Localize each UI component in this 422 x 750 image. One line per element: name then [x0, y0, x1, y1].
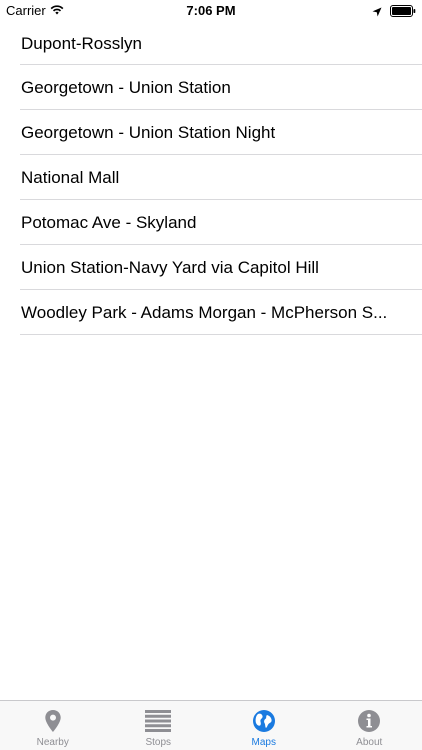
map-name: Georgetown - Union Station Night: [21, 122, 276, 142]
location-pin-icon: [44, 708, 62, 734]
tab-nearby[interactable]: Nearby: [0, 701, 106, 750]
map-list-item[interactable]: Georgetown - Union Station Night: [0, 110, 422, 155]
tab-bar: Nearby Stops Maps About: [0, 700, 422, 750]
tab-label: Nearby: [36, 737, 69, 748]
list-icon: [145, 708, 172, 734]
tab-label: Maps: [251, 737, 276, 748]
map-name: Woodley Park - Adams Morgan - McPherson …: [21, 302, 388, 322]
tab-label: About: [356, 737, 383, 748]
map-name: National Mall: [21, 167, 120, 187]
map-list-item[interactable]: Union Station-Navy Yard via Capitol Hill: [0, 245, 422, 290]
map-name: Georgetown - Union Station: [21, 77, 231, 97]
tab-maps[interactable]: Maps: [211, 701, 317, 750]
status-bar: Carrier 7:06 PM: [0, 0, 422, 22]
map-list-item[interactable]: Dupont-Rosslyn: [0, 22, 422, 65]
tab-about[interactable]: About: [317, 701, 422, 750]
status-indicators: [372, 4, 416, 22]
map-name: Potomac Ave - Skyland: [21, 212, 197, 232]
map-list-item[interactable]: Georgetown - Union Station: [0, 65, 422, 110]
maps-list: Dupont-Rosslyn Georgetown - Union Statio…: [0, 22, 422, 335]
map-name: Dupont-Rosslyn: [21, 33, 142, 53]
status-time: 7:06 PM: [186, 3, 236, 18]
globe-icon: [252, 708, 276, 734]
location-arrow-icon: [372, 4, 382, 22]
tab-stops[interactable]: Stops: [106, 701, 212, 750]
map-list-item[interactable]: National Mall: [0, 155, 422, 200]
map-list-item[interactable]: Potomac Ave - Skyland: [0, 200, 422, 245]
map-name: Union Station-Navy Yard via Capitol Hill: [21, 257, 319, 277]
info-icon: [357, 708, 381, 734]
battery-icon: [390, 4, 416, 22]
map-list-item[interactable]: Woodley Park - Adams Morgan - McPherson …: [0, 290, 422, 335]
tab-label: Stops: [145, 737, 172, 748]
